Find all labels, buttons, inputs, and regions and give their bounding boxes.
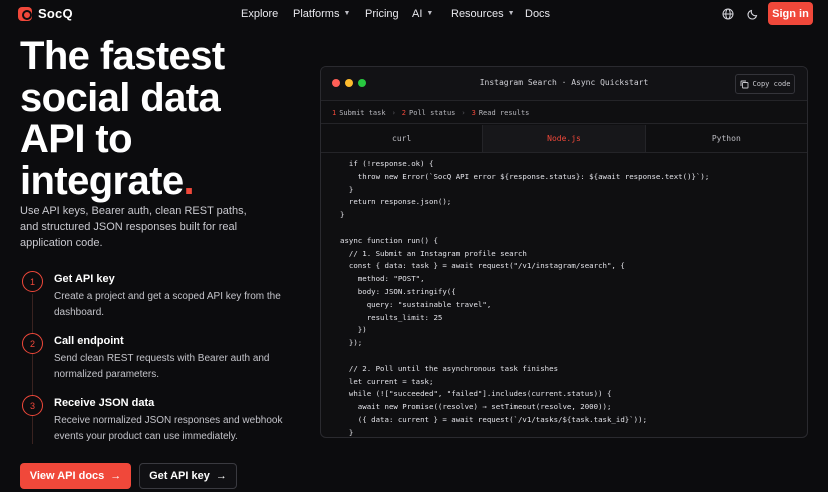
nav-explore-label: Explore	[241, 8, 279, 20]
nav-explore[interactable]: Explore	[241, 8, 278, 20]
hero-title-line: The fastest	[20, 34, 225, 78]
flow-step-label: Read results	[478, 108, 530, 117]
copy-code-label: Copy code	[752, 80, 791, 88]
flow-step-number: 2	[401, 108, 407, 117]
hero-title-word: integrate	[20, 158, 184, 203]
nav-resources-label: Resources	[451, 8, 504, 20]
hero-title-line: social data	[20, 75, 221, 120]
chevron-right-icon: ›	[461, 108, 466, 117]
copy-icon	[740, 80, 748, 88]
step-title: Get API key	[54, 273, 115, 285]
code-panel: Instagram Search · Async Quickstart Copy…	[320, 66, 808, 438]
arrow-right-icon: →	[110, 470, 122, 482]
step-description: Send clean REST requests with Bearer aut…	[54, 353, 270, 380]
hero-title-line: API to	[20, 117, 133, 161]
flow-step: 1 Submit task	[332, 109, 386, 117]
nav-ai-label: AI	[412, 8, 423, 20]
language-tabs: curl Node.js Python	[321, 125, 807, 153]
logo[interactable]: SocQ	[18, 6, 73, 21]
nav-pricing[interactable]: Pricing	[365, 8, 399, 20]
tab-curl[interactable]: curl	[321, 125, 484, 152]
flow-step-label: Submit task	[339, 108, 386, 117]
moon-icon[interactable]	[746, 7, 760, 21]
flow-step-label: Poll status	[409, 108, 456, 117]
nav-platforms[interactable]: Platforms ▼	[293, 8, 350, 20]
nav-pricing-label: Pricing	[365, 8, 399, 20]
hero-title: The fastest social data API to integrate…	[20, 34, 300, 203]
flow-step-number: 3	[471, 108, 476, 117]
sign-in-button[interactable]: Sign in	[768, 2, 813, 25]
chevron-down-icon: ▼	[507, 9, 515, 17]
chevron-down-icon: ▼	[343, 9, 351, 17]
chevron-right-icon: ›	[391, 108, 396, 117]
get-api-key-button[interactable]: Get API key →	[139, 463, 237, 489]
code-panel-header: Instagram Search · Async Quickstart Copy…	[321, 67, 807, 101]
nav-ai[interactable]: AI ▼	[412, 8, 433, 20]
tab-nodejs[interactable]: Node.js	[483, 125, 646, 152]
nav-docs[interactable]: Docs	[525, 8, 550, 20]
flow-step-number: 1	[332, 108, 337, 117]
steps-connector	[32, 294, 33, 444]
flow-step: 3 Read results	[472, 109, 530, 117]
flow-steps: 1 Submit task › 2 Poll status › 3 Read resu…	[321, 102, 807, 124]
globe-icon[interactable]	[721, 7, 735, 21]
step-number: 2	[22, 333, 43, 354]
hero-description: Use API keys, Bearer auth, clean REST pa…	[20, 205, 247, 249]
hero-title-dot: .	[183, 158, 195, 203]
step-description: Create a project and get a scoped API ke…	[54, 291, 281, 318]
step-description: Receive normalized JSON responses and we…	[54, 415, 283, 442]
step-title: Call endpoint	[54, 335, 124, 347]
hero-title-line: integrate.	[20, 158, 300, 203]
tab-python[interactable]: Python	[646, 125, 807, 152]
copy-code-button[interactable]: Copy code	[735, 74, 795, 94]
chevron-down-icon: ▼	[426, 9, 434, 17]
flow-step: 2 Poll status	[402, 109, 456, 117]
step-number: 3	[22, 395, 43, 416]
logo-icon	[18, 6, 32, 21]
step-title: Receive JSON data	[54, 397, 155, 409]
arrow-right-icon: →	[215, 470, 227, 482]
nav-resources[interactable]: Resources ▼	[451, 8, 515, 20]
view-api-docs-label: View API docs	[29, 470, 105, 482]
view-api-docs-button[interactable]: View API docs →	[20, 463, 131, 489]
code-block: if (!response.ok) { throw new Error(`Soc…	[340, 159, 710, 437]
nav-docs-label: Docs	[525, 8, 551, 20]
top-nav: SocQ Explore Platforms ▼ Pricing AI ▼ Reso…	[0, 0, 828, 28]
get-api-key-label: Get API key	[149, 470, 210, 482]
brand-name: SocQ	[38, 6, 73, 21]
step-number: 1	[22, 271, 43, 292]
nav-platforms-label: Platforms	[293, 8, 340, 20]
